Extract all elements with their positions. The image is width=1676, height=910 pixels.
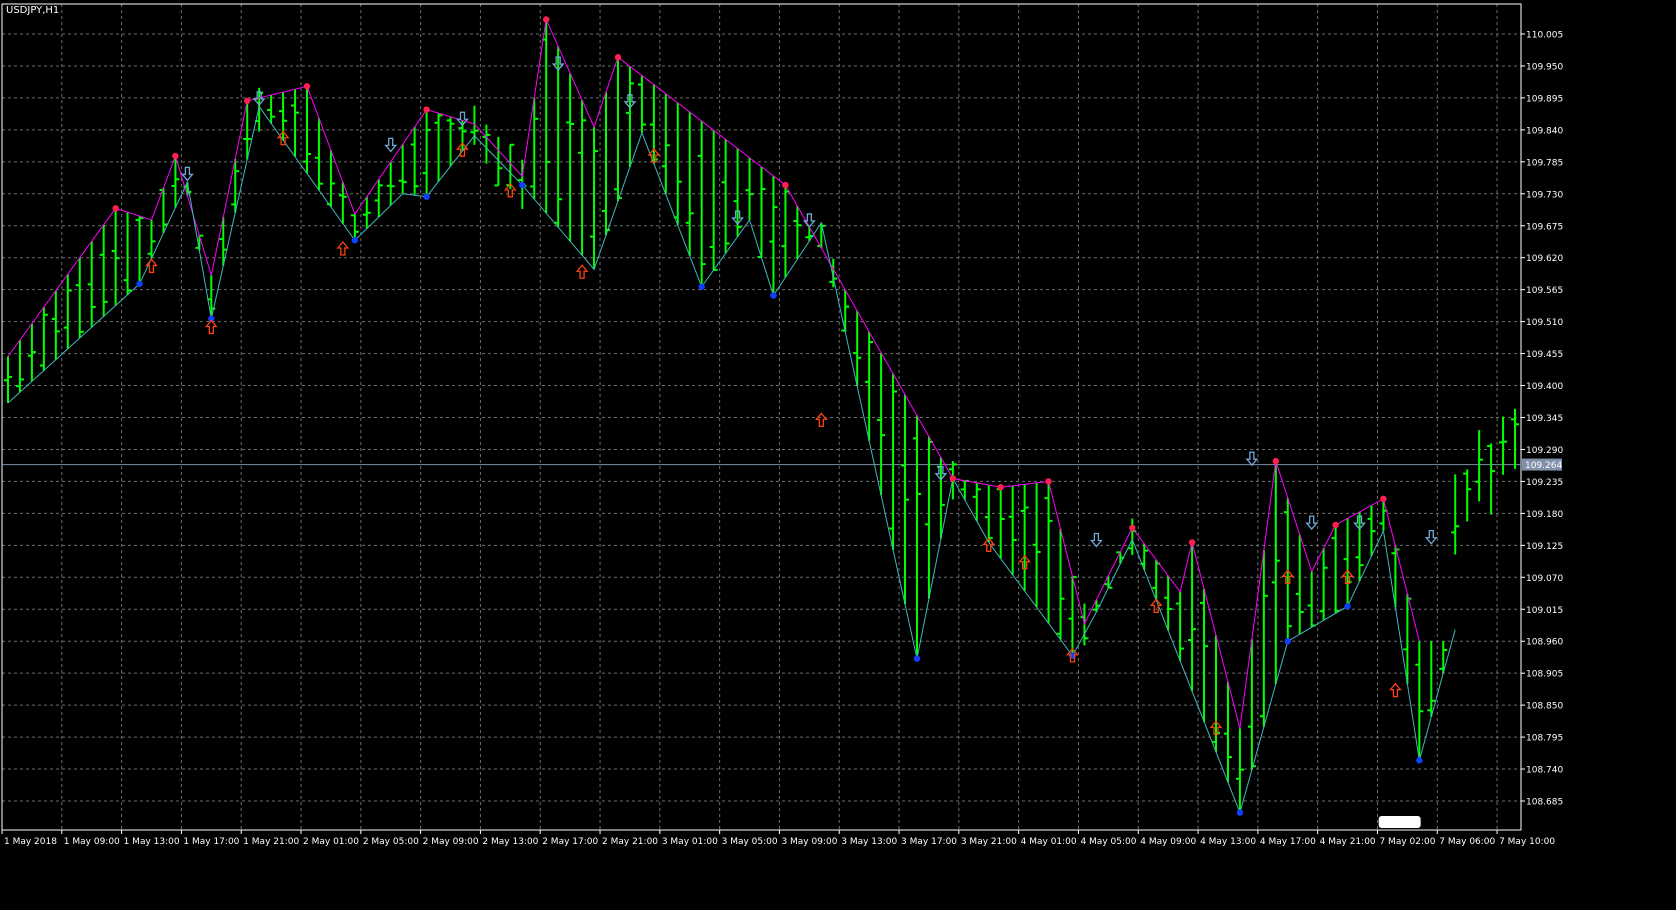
y-tick-label: 109.015 <box>1526 606 1563 616</box>
swing-high-dot <box>1380 495 1387 503</box>
x-tick-label: 3 May 13:00 <box>841 837 897 847</box>
swing-high-dot <box>1188 539 1196 546</box>
swing-low-dot <box>698 283 705 290</box>
x-tick-label: 4 May 09:00 <box>1140 837 1196 847</box>
time-marker: 01:02:00 <box>1378 816 1422 828</box>
swing-high-dot <box>782 181 789 189</box>
y-tick-label: 108.905 <box>1526 670 1563 680</box>
x-tick-label: 1 May 17:00 <box>183 837 239 847</box>
chart-title: USDJPY,H1 <box>6 5 59 16</box>
x-tick-label: 4 May 01:00 <box>1021 837 1077 847</box>
x-tick-label: 1 May 09:00 <box>64 837 120 847</box>
swing-low-dot <box>1236 809 1244 816</box>
x-tick-label: 2 May 09:00 <box>423 837 479 847</box>
swing-low-dot <box>351 237 359 244</box>
current-price-label: 109.264 <box>1522 458 1562 471</box>
x-tick-label: 3 May 01:00 <box>662 837 718 847</box>
x-tick-label: 3 May 21:00 <box>961 837 1017 847</box>
swing-low-dot <box>519 181 526 189</box>
y-tick-label: 109.675 <box>1526 222 1563 232</box>
x-tick-label: 2 May 17:00 <box>542 837 598 847</box>
y-tick-label: 109.785 <box>1526 158 1563 168</box>
y-tick-label: 109.455 <box>1526 350 1563 360</box>
x-tick-label: 3 May 09:00 <box>781 837 837 847</box>
swing-high-dot <box>112 205 119 212</box>
swing-low-dot <box>1284 638 1291 645</box>
y-tick-label: 109.125 <box>1526 542 1563 552</box>
y-tick-label: 109.840 <box>1526 126 1563 136</box>
current-price-value: 109.264 <box>1525 461 1562 471</box>
x-tick-label: 3 May 05:00 <box>722 837 778 847</box>
x-tick-label: 1 May 2018 <box>4 837 57 847</box>
y-tick-label: 109.290 <box>1526 446 1563 456</box>
swing-low-dot <box>1416 757 1423 764</box>
swing-high-dot <box>1332 521 1339 529</box>
y-tick-label: 109.180 <box>1526 510 1563 520</box>
y-tick-label: 109.895 <box>1526 94 1563 104</box>
y-tick-label: 109.565 <box>1526 286 1563 296</box>
x-tick-label: 7 May 10:00 <box>1499 837 1555 847</box>
y-tick-label: 109.620 <box>1526 254 1563 264</box>
swing-high-dot <box>949 475 957 482</box>
y-tick-label: 109.400 <box>1526 382 1563 392</box>
y-tick-label: 109.070 <box>1526 574 1563 584</box>
x-tick-label: 7 May 06:00 <box>1439 837 1495 847</box>
swing-high-dot <box>997 484 1004 491</box>
y-tick-label: 110.005 <box>1526 31 1563 41</box>
y-tick-label: 108.960 <box>1526 638 1563 648</box>
y-tick-label: 108.795 <box>1526 734 1563 744</box>
x-tick-label: 2 May 21:00 <box>602 837 658 847</box>
x-tick-label: 2 May 01:00 <box>303 837 359 847</box>
swing-high-dot <box>1045 478 1052 485</box>
y-tick-label: 109.730 <box>1526 190 1563 200</box>
swing-low-dot <box>913 655 921 662</box>
swing-high-dot <box>1129 524 1136 532</box>
x-tick-label: 4 May 21:00 <box>1320 837 1376 847</box>
price-chart[interactable]: 110.005 109.950 109.895 109.840 109.785 109.7… <box>0 0 1676 910</box>
x-tick-label: 1 May 21:00 <box>243 837 299 847</box>
swing-low-dot <box>1344 603 1351 610</box>
y-tick-label: 108.685 <box>1526 798 1563 808</box>
x-tick-label: 4 May 17:00 <box>1260 837 1316 847</box>
swing-high-dot <box>543 16 550 23</box>
x-tick-label: 3 May 17:00 <box>901 837 957 847</box>
swing-high-dot <box>614 54 622 61</box>
swing-high-dot <box>423 106 430 113</box>
swing-high-dot <box>172 152 179 160</box>
y-tick-label: 108.740 <box>1526 766 1563 776</box>
swing-low-dot <box>136 280 143 288</box>
y-tick-label: 109.235 <box>1526 478 1563 488</box>
x-tick-label: 7 May 02:00 <box>1379 837 1435 847</box>
chart-background <box>0 0 1676 910</box>
y-tick-label: 108.850 <box>1526 702 1563 712</box>
x-tick-label: 2 May 05:00 <box>363 837 419 847</box>
swing-low-dot <box>770 292 777 299</box>
swing-high-dot <box>243 97 251 105</box>
x-tick-label: 2 May 13:00 <box>482 837 538 847</box>
x-tick-label: 4 May 13:00 <box>1200 837 1256 847</box>
swing-high-dot <box>1272 457 1280 465</box>
swing-low-dot <box>423 193 430 200</box>
y-tick-label: 109.345 <box>1526 414 1563 424</box>
x-tick-label: 4 May 05:00 <box>1080 837 1136 847</box>
time-marker-value: 01:02:00 <box>1381 818 1422 828</box>
y-tick-label: 109.950 <box>1526 62 1563 72</box>
swing-high-dot <box>303 83 311 90</box>
x-tick-label: 1 May 13:00 <box>124 837 180 847</box>
y-tick-label: 109.510 <box>1526 318 1563 328</box>
